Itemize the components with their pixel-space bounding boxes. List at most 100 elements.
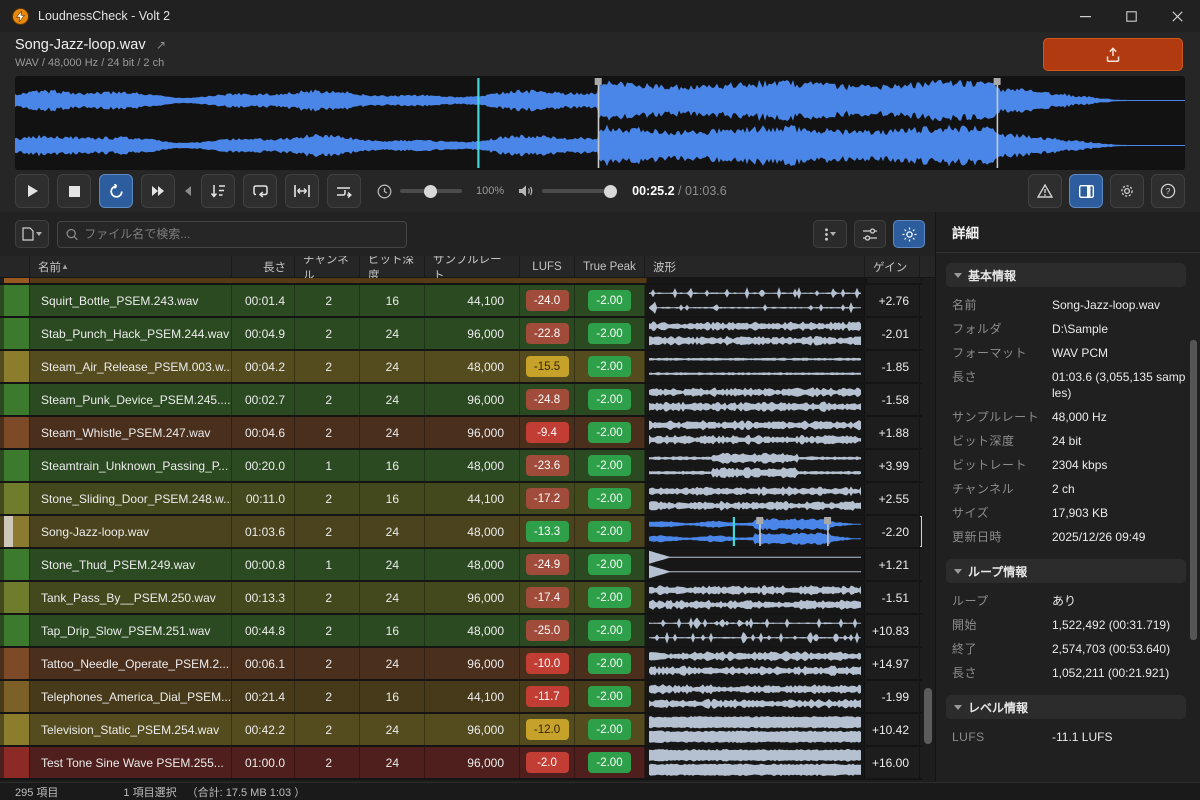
follow-route-button[interactable] (327, 174, 361, 208)
details-section-header[interactable]: レベル情報 (946, 695, 1186, 719)
detail-item: 更新日時2025/12/26 09:49 (936, 525, 1200, 549)
export-button[interactable] (1043, 38, 1183, 71)
column-swatch (0, 256, 30, 277)
waveform-thumbnail (649, 286, 861, 315)
speed-slider-thumb[interactable] (424, 185, 437, 198)
table-scrollbar[interactable] (924, 278, 933, 784)
row-color-swatch (0, 648, 30, 679)
detail-value: 24 bit (1052, 433, 1081, 449)
cell-name: Tattoo_Needle_Operate_PSEM.2... (30, 648, 232, 679)
volume-slider-thumb[interactable] (604, 185, 617, 198)
cell-waveform (645, 285, 865, 316)
waveform-thumbnail (649, 583, 861, 612)
minimize-button[interactable] (1062, 0, 1108, 32)
table-row[interactable]: Steam_Air_Release_PSEM.003.w...00:04.222… (0, 351, 922, 384)
true-peak-badge: -2.00 (588, 719, 631, 740)
lufs-badge: -22.8 (526, 323, 569, 344)
column-header-3[interactable]: チャンネル (295, 256, 360, 277)
skip-button[interactable] (141, 174, 175, 208)
cell-bit-depth: 16 (360, 615, 425, 646)
loop-region-button[interactable] (243, 174, 277, 208)
table-row[interactable]: Stab_Punch_Hack_PSEM.244.wav00:04.922496… (0, 318, 922, 351)
column-header-8[interactable]: 波形 (645, 256, 865, 277)
search-icon (66, 228, 78, 241)
cell-gain: -1.51 (865, 582, 920, 613)
filter-settings-button[interactable] (854, 220, 886, 248)
true-peak-badge: -2.00 (588, 455, 631, 476)
table-row[interactable]: Television_Static_PSEM.254.wav00:42.2224… (0, 714, 922, 747)
column-header-9[interactable]: ゲイン (865, 256, 920, 277)
collapse-toolbar-icon[interactable] (185, 186, 191, 196)
volume-slider[interactable] (542, 189, 614, 193)
settings-button[interactable] (1110, 174, 1144, 208)
search-box[interactable] (57, 221, 407, 248)
table-scrollbar-thumb[interactable] (924, 688, 932, 744)
maximize-button[interactable] (1108, 0, 1154, 32)
table-row[interactable]: Stone_Sliding_Door_PSEM.248.w...00:11.02… (0, 483, 922, 516)
cell-gain: +10.83 (865, 615, 920, 646)
cell-gain: +1.21 (865, 549, 920, 580)
loop-playback-button[interactable] (99, 174, 133, 208)
column-header-1[interactable]: 名前 ▲ (30, 256, 232, 277)
cell-length: 00:00.8 (232, 549, 295, 580)
table-row[interactable]: Squirt_Bottle_PSEM.243.wav00:01.421644,1… (0, 285, 922, 318)
column-header-7[interactable]: True Peak (575, 256, 645, 277)
cell-sample-rate: 96,000 (425, 582, 520, 613)
table-row[interactable]: Steam_Punk_Device_PSEM.245....00:02.7224… (0, 384, 922, 417)
details-section-header[interactable]: 基本情報 (946, 263, 1186, 287)
sort-order-button[interactable] (201, 174, 235, 208)
cell-gain: +2.76 (865, 285, 920, 316)
column-header-5[interactable]: サンプルレート (425, 256, 520, 277)
cell-name: Squirt_Bottle_PSEM.243.wav (30, 285, 232, 316)
more-options-button[interactable] (813, 220, 847, 248)
table-row[interactable]: Steam_Whistle_PSEM.247.wav00:04.622496,0… (0, 417, 922, 450)
details-scrollbar[interactable] (1190, 212, 1198, 784)
split-view-button[interactable] (1069, 174, 1103, 208)
file-menu-button[interactable] (15, 220, 49, 248)
details-scrollbar-thumb[interactable] (1190, 340, 1197, 640)
detail-value: 2,574,703 (00:53.640) (1052, 641, 1170, 657)
table-row[interactable]: Tattoo_Needle_Operate_PSEM.2...00:06.122… (0, 648, 922, 681)
speed-slider[interactable] (400, 189, 462, 193)
detail-label: 名前 (952, 297, 1052, 313)
window-titlebar: LoudnessCheck - Volt 2 (0, 0, 1200, 32)
table-row[interactable]: Tank_Pass_By__PSEM.250.wav00:13.322496,0… (0, 582, 922, 615)
warnings-button[interactable] (1028, 174, 1062, 208)
volume-icon (518, 184, 534, 198)
details-section-header[interactable]: ループ情報 (946, 559, 1186, 583)
table-row[interactable]: Steamtrain_Unknown_Passing_P...00:20.011… (0, 450, 922, 483)
play-button[interactable] (15, 174, 49, 208)
table-row[interactable]: Stone_Thud_PSEM.249.wav00:00.812448,000-… (0, 549, 922, 582)
table-row[interactable]: Telephones_America_Dial_PSEM....00:21.42… (0, 681, 922, 714)
stop-button[interactable] (57, 174, 91, 208)
row-color-swatch (0, 714, 30, 745)
cell-bit-depth: 16 (360, 285, 425, 316)
row-color-swatch (0, 483, 30, 514)
cell-sample-rate: 44,100 (425, 285, 520, 316)
column-header-4[interactable]: ビット深度 (360, 256, 425, 277)
waveform-thumbnail (649, 517, 861, 546)
cell-waveform (645, 648, 865, 679)
open-external-icon[interactable]: ↗ (156, 38, 166, 52)
column-header-6[interactable]: LUFS (520, 256, 575, 277)
waveform-overview[interactable] (15, 76, 1185, 170)
search-input[interactable] (84, 227, 398, 241)
fit-width-button[interactable] (285, 174, 319, 208)
table-row[interactable]: Tap_Drip_Slow_PSEM.251.wav00:44.821648,0… (0, 615, 922, 648)
column-header-2[interactable]: 長さ (232, 256, 295, 277)
detail-label: 長さ (952, 665, 1052, 681)
table-row[interactable]: Test Tone Sine Wave PSEM.255...01:00.022… (0, 747, 922, 780)
waveform-thumbnail (649, 352, 861, 381)
table-row-partial[interactable] (0, 278, 922, 285)
cell-sample-rate: 48,000 (425, 615, 520, 646)
cell-name: Stab_Punch_Hack_PSEM.244.wav (30, 318, 232, 349)
table-row-selected[interactable]: Song-Jazz-loop.wav01:03.622448,000-13.3-… (0, 516, 922, 549)
true-peak-badge: -2.00 (588, 389, 631, 410)
waveform-thumbnail (649, 748, 861, 777)
help-button[interactable]: ? (1151, 174, 1185, 208)
auto-analysis-button[interactable] (893, 220, 925, 248)
detail-item: フォーマットWAV PCM (936, 341, 1200, 365)
close-button[interactable] (1154, 0, 1200, 32)
upload-icon (1105, 47, 1121, 63)
time-display: 00:25.2 / 01:03.6 (632, 184, 727, 198)
